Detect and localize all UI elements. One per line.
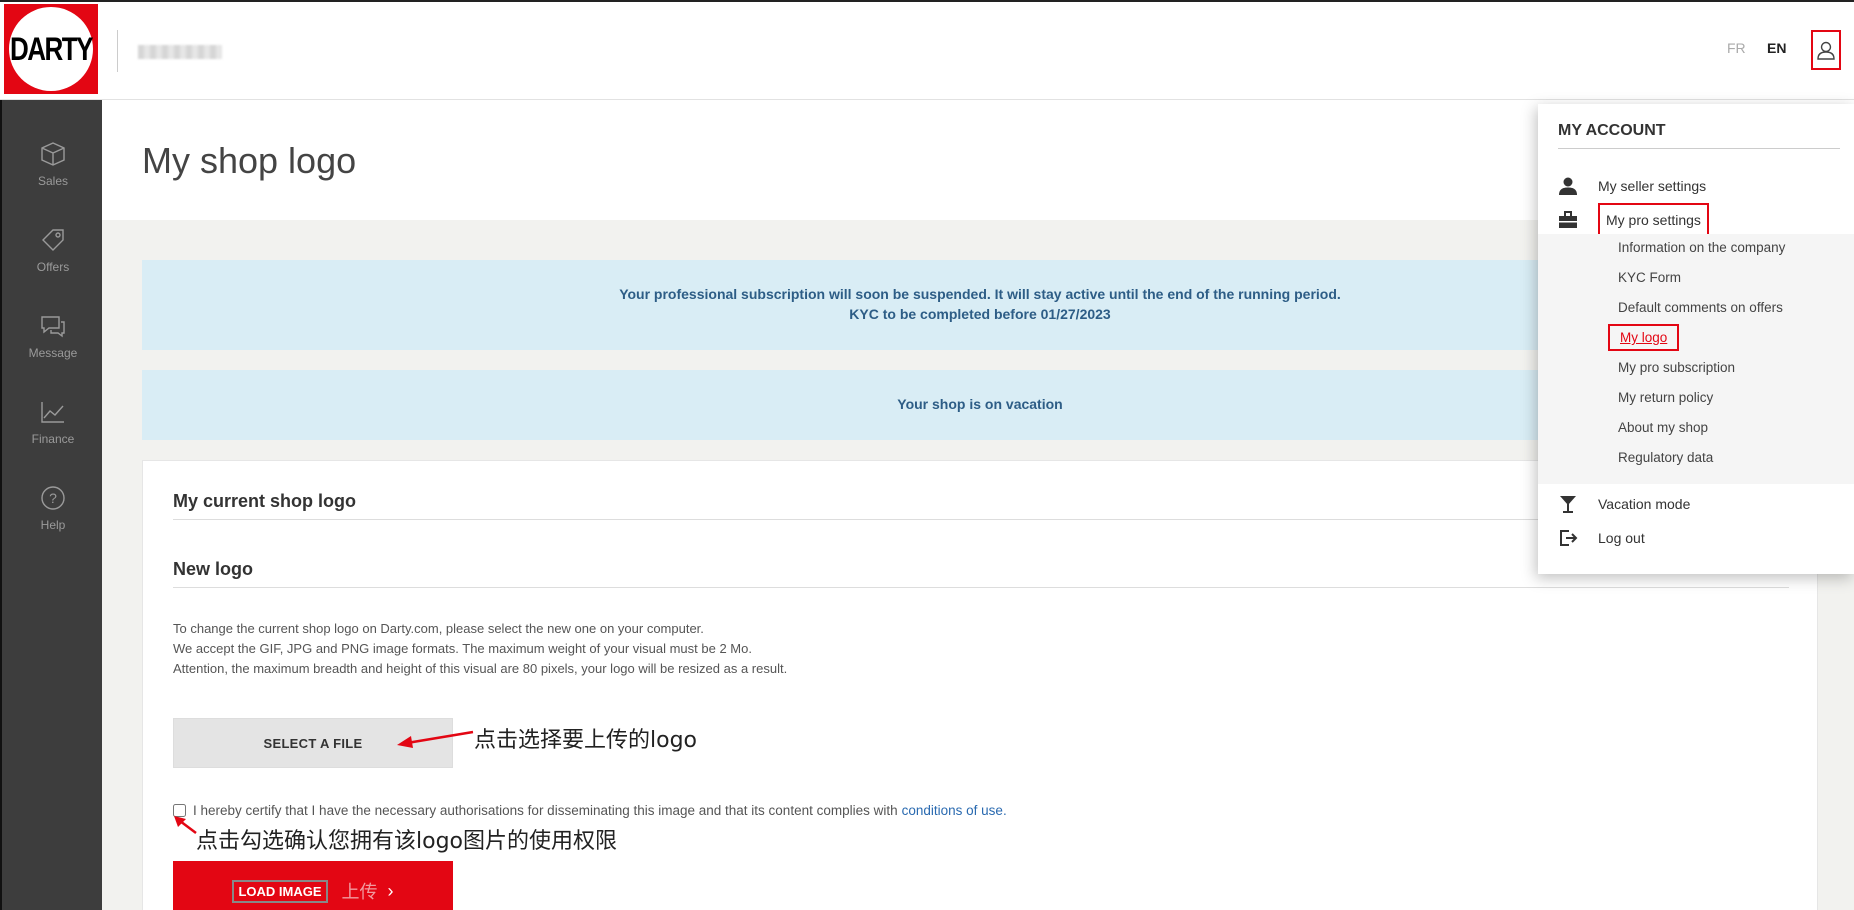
submenu-about-shop[interactable]: About my shop: [1618, 420, 1708, 435]
current-logo-heading: My current shop logo: [173, 491, 357, 511]
logo-circle: DARTY: [9, 7, 94, 91]
submenu-my-logo[interactable]: My logo: [1608, 324, 1680, 351]
account-button[interactable]: [1811, 30, 1841, 70]
certify-text: I hereby certify that I have the necessa…: [193, 803, 898, 818]
select-file-annotation: 点击选择要上传的logo: [474, 728, 697, 753]
sidebar-item-label: Sales: [37, 174, 69, 188]
load-image-label: LOAD IMAGE: [232, 879, 328, 903]
sidebar-item-sales[interactable]: Sales: [2, 140, 104, 188]
new-logo-heading: New logo: [173, 559, 253, 579]
chevron-right-icon: ›: [387, 880, 394, 901]
tag-icon: [42, 229, 64, 251]
logout-icon: [1558, 528, 1578, 548]
lang-fr-link[interactable]: FR: [1727, 40, 1746, 56]
briefcase-icon: [1558, 210, 1578, 230]
logo-instructions: To change the current shop logo on Darty…: [173, 619, 787, 679]
submenu-return-policy[interactable]: My return policy: [1618, 390, 1713, 405]
menu-pro-settings[interactable]: My pro settings: [1558, 203, 1709, 237]
submenu-default-comments[interactable]: Default comments on offers: [1618, 300, 1783, 315]
person-icon: [1558, 176, 1578, 196]
menu-label: Log out: [1598, 530, 1645, 546]
submenu-kyc-form[interactable]: KYC Form: [1618, 270, 1681, 285]
menu-log-out[interactable]: Log out: [1558, 528, 1645, 548]
menu-label: My seller settings: [1598, 178, 1707, 194]
conditions-of-use-link[interactable]: conditions of use.: [902, 803, 1007, 818]
submenu-company-info[interactable]: Information on the company: [1618, 240, 1785, 255]
account-dropdown: MY ACCOUNT My seller settings My pro set…: [1538, 104, 1854, 574]
instruction-line: To change the current shop logo on Darty…: [173, 621, 704, 636]
submenu-pro-subscription[interactable]: My pro subscription: [1618, 360, 1735, 375]
submenu-label: My logo: [1620, 330, 1668, 345]
page-title: My shop logo: [142, 140, 357, 181]
sidebar-item-message[interactable]: Message: [2, 312, 104, 360]
sidebar-item-label: Offers: [36, 260, 70, 274]
lang-en-link[interactable]: EN: [1767, 40, 1786, 56]
dropdown-divider: [1558, 148, 1840, 149]
chat-icon: [41, 316, 65, 338]
logo-text: DARTY: [9, 29, 94, 68]
top-bar: DARTY FR EN: [0, 0, 1854, 100]
sidebar-item-help[interactable]: ? Help: [2, 484, 104, 532]
menu-vacation-mode[interactable]: Vacation mode: [1558, 494, 1690, 514]
instruction-line: We accept the GIF, JPG and PNG image for…: [173, 641, 752, 656]
pro-settings-submenu: Information on the company KYC Form Defa…: [1538, 234, 1854, 484]
sidebar: Sales Offers Message Finance ? Help: [0, 100, 102, 910]
menu-label: My pro settings: [1598, 203, 1709, 237]
menu-seller-settings[interactable]: My seller settings: [1558, 176, 1706, 196]
chart-icon: [41, 402, 64, 423]
menu-label: Vacation mode: [1598, 496, 1691, 512]
upload-annotation: 上传: [341, 882, 378, 902]
instruction-line: Attention, the maximum breadth and heigh…: [173, 661, 788, 676]
load-image-button[interactable]: LOAD IMAGE 上传 ›: [173, 861, 453, 910]
certify-row: I hereby certify that I have the necessa…: [173, 803, 1007, 818]
annotation-arrow-select: [397, 730, 474, 748]
shop-name-blurred: [138, 45, 222, 59]
sidebar-item-label: Help: [40, 518, 66, 532]
box-icon: [41, 142, 65, 166]
sidebar-item-offers[interactable]: Offers: [2, 226, 104, 274]
darty-logo[interactable]: DARTY: [4, 4, 98, 94]
divider: [173, 587, 1789, 588]
sidebar-item-label: Finance: [31, 432, 75, 446]
header-divider: [117, 30, 118, 72]
checkbox-annotation: 点击勾选确认您拥有该logo图片的使用权限: [196, 829, 617, 854]
submenu-regulatory-data[interactable]: Regulatory data: [1618, 450, 1713, 465]
dropdown-title: MY ACCOUNT: [1558, 122, 1666, 139]
cocktail-icon: [1558, 494, 1578, 514]
sidebar-item-finance[interactable]: Finance: [2, 398, 104, 446]
sidebar-item-label: Message: [28, 346, 78, 360]
user-icon: [1817, 41, 1835, 60]
svg-text:?: ?: [49, 490, 57, 506]
help-icon: ?: [41, 486, 65, 510]
